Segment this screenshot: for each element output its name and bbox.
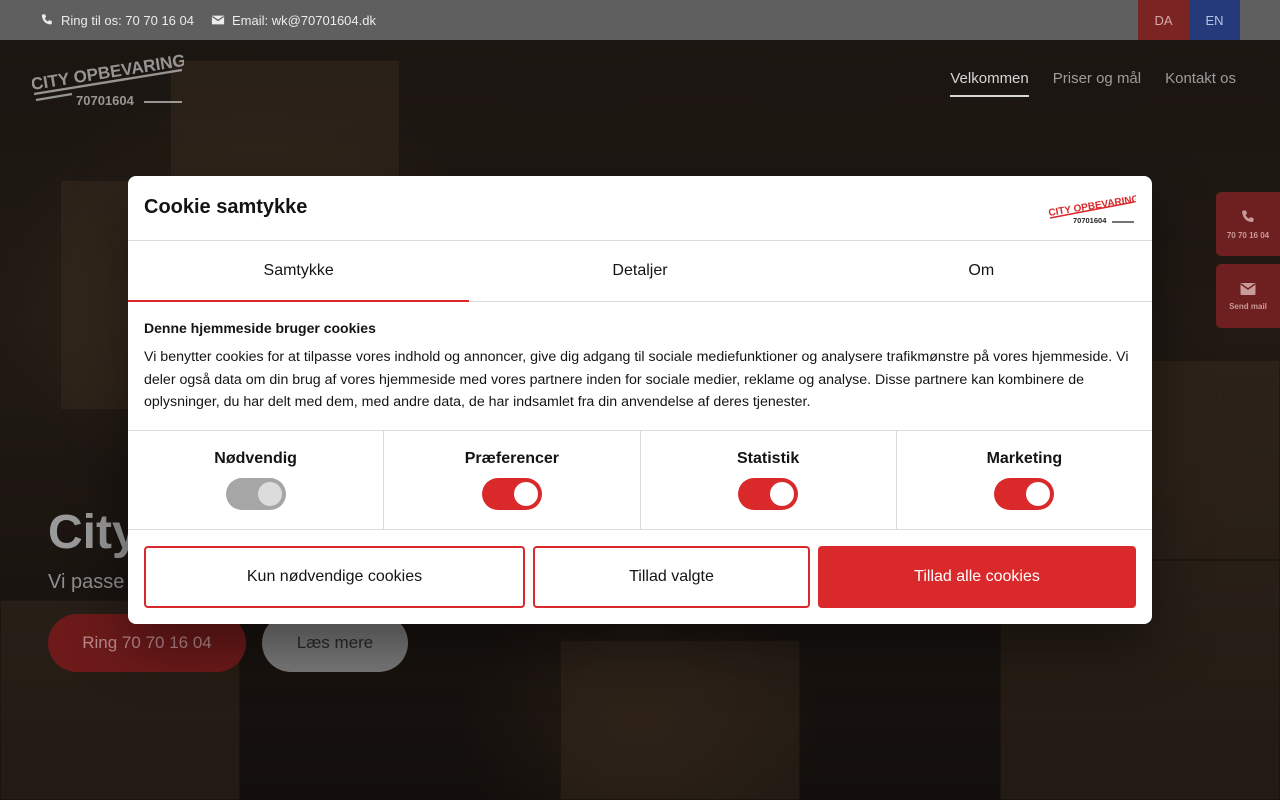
tab-om[interactable]: Om xyxy=(811,241,1152,301)
hero-subtitle: Vi passe xyxy=(48,571,125,593)
nav-item-velkommen[interactable]: Velkommen xyxy=(950,70,1029,97)
dialog-heading: Denne hjemmeside bruger cookies xyxy=(144,320,376,336)
side-call-label: 70 70 16 04 xyxy=(1226,230,1270,240)
category-label: Statistik xyxy=(737,450,800,467)
dialog-body: Denne hjemmeside bruger cookies Vi benyt… xyxy=(128,302,1152,431)
necessary-toggle xyxy=(225,478,286,510)
preferences-toggle[interactable] xyxy=(481,478,542,510)
dialog-paragraph: Vi benytter cookies for at tilpasse vore… xyxy=(144,349,1129,410)
category-label: Marketing xyxy=(986,450,1063,467)
envelope-icon xyxy=(1240,282,1256,295)
consent-categories: Nødvendig Præferencer Statistik Marketin… xyxy=(128,431,1152,530)
lang-en-button[interactable]: EN xyxy=(1189,0,1240,40)
phone-icon xyxy=(41,14,52,25)
category-preferences: Præferencer xyxy=(383,431,639,529)
lang-da-button[interactable]: DA xyxy=(1138,0,1189,40)
email-contact[interactable]: Email: wk@70701604.dk xyxy=(211,13,376,28)
site-logo[interactable]: CITY OPBEVARING 70701604 xyxy=(32,50,184,108)
dialog-header: Cookie samtykke CITY OPBEVARING 70701604 xyxy=(128,176,1152,241)
main-nav: Velkommen Priser og mål Kontakt os xyxy=(950,70,1236,97)
side-mail-button[interactable]: Send mail xyxy=(1216,264,1280,328)
dialog-actions: Kun nødvendige cookies Tillad valgte Til… xyxy=(144,546,1136,608)
dialog-tabs: Samtykke Detaljer Om xyxy=(128,241,1152,302)
hero-title: City xyxy=(48,506,139,559)
logo-text: CITY OPBEVARING xyxy=(32,51,184,94)
marketing-toggle[interactable] xyxy=(994,478,1055,510)
nav-item-kontakt[interactable]: Kontakt os xyxy=(1165,70,1236,97)
envelope-icon xyxy=(211,15,225,25)
logo-number: 70701604 xyxy=(76,93,135,108)
allow-selected-button[interactable]: Tillad valgte xyxy=(533,546,810,608)
email-text: Email: wk@70701604.dk xyxy=(231,12,376,28)
phone-contact[interactable]: Ring til os: 70 70 16 04 xyxy=(40,13,194,28)
toggle-knob xyxy=(1026,482,1051,506)
cookie-consent-dialog: Cookie samtykke CITY OPBEVARING 70701604… xyxy=(128,176,1152,624)
category-label: Nødvendig xyxy=(214,450,297,467)
allow-all-button[interactable]: Tillad alle cookies xyxy=(818,546,1136,608)
statistics-toggle[interactable] xyxy=(738,478,799,510)
phone-text: Ring til os: 70 70 16 04 xyxy=(61,12,194,28)
dialog-logo-number: 70701604 xyxy=(1073,216,1107,224)
category-label: Præferencer xyxy=(464,450,560,467)
necessary-only-button[interactable]: Kun nødvendige cookies xyxy=(144,546,525,608)
tab-detaljer[interactable]: Detaljer xyxy=(469,241,810,301)
dialog-logo: CITY OPBEVARING 70701604 xyxy=(1048,194,1136,224)
category-marketing: Marketing xyxy=(895,431,1152,529)
category-necessary: Nødvendig xyxy=(128,431,383,529)
toggle-knob xyxy=(513,482,538,506)
tab-samtykke[interactable]: Samtykke xyxy=(128,241,470,302)
side-call-button[interactable]: 70 70 16 04 xyxy=(1216,192,1280,256)
language-switcher: DA EN xyxy=(1138,0,1240,40)
dialog-title: Cookie samtykke xyxy=(144,196,308,218)
nav-item-priser[interactable]: Priser og mål xyxy=(1053,70,1141,97)
toggle-knob xyxy=(257,482,282,506)
side-mail-label: Send mail xyxy=(1229,301,1267,311)
toggle-knob xyxy=(770,482,795,506)
category-statistics: Statistik xyxy=(639,431,896,529)
top-contact-bar: Ring til os: 70 70 16 04 Email: wk@70701… xyxy=(0,0,1280,40)
phone-icon xyxy=(1242,210,1254,222)
